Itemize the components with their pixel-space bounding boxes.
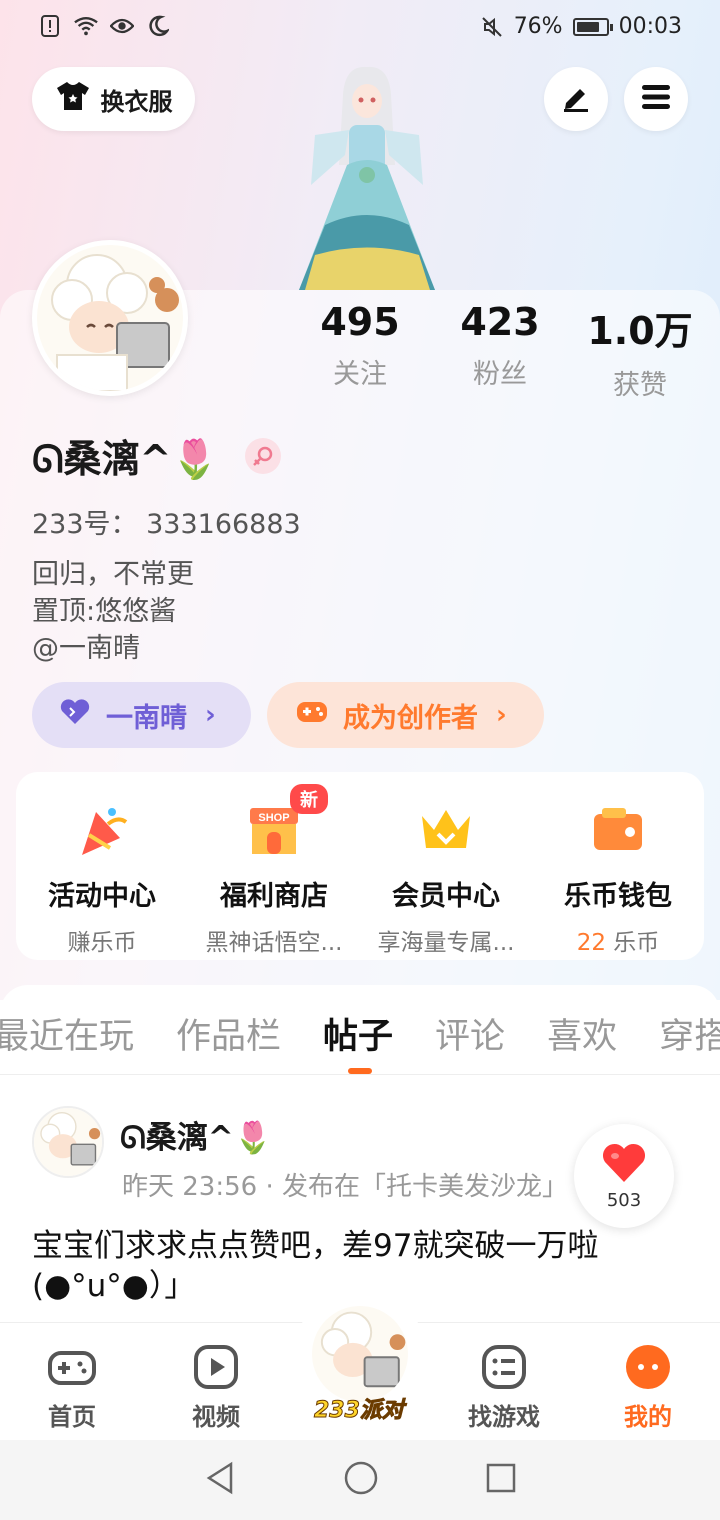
coin-wallet-sub: 22 乐币 [538, 923, 698, 957]
heart-icon [600, 1142, 648, 1188]
tab-posts[interactable]: 帖子 [323, 1008, 393, 1059]
eye-icon [110, 14, 134, 38]
wifi-icon [74, 14, 98, 38]
bio: 回归，不常更 置顶:悠悠酱 @一南晴 [32, 556, 194, 667]
clock: 00:03 [618, 14, 682, 39]
shirt-icon [55, 80, 91, 118]
recents-icon[interactable] [485, 1462, 517, 1498]
profile-stats: 495 关注 423 粉丝 1.0万 获赞 [290, 300, 710, 402]
gamepad-icon [295, 698, 329, 733]
coin-wallet-link[interactable]: 乐币钱包 22 乐币 [538, 800, 698, 960]
back-icon[interactable] [203, 1460, 237, 1500]
tab-likes[interactable]: 喜欢 [547, 1008, 617, 1059]
tab-recently-played[interactable]: 最近在玩 [0, 1008, 134, 1059]
close-friend-label: 一南晴 [106, 702, 187, 734]
mute-icon [480, 15, 504, 39]
post-author-avatar[interactable] [32, 1106, 104, 1178]
system-navigation-bar [0, 1440, 720, 1520]
tab-outfits[interactable]: 穿搭 [659, 1008, 720, 1059]
female-icon [244, 437, 281, 474]
following-stat[interactable]: 495 关注 [290, 300, 430, 402]
battery-percent: 76% [513, 14, 563, 39]
coin-unit: 乐币 [605, 930, 660, 956]
coin-wallet-title: 乐币钱包 [564, 881, 672, 912]
welfare-shop-title: 福利商店 [220, 881, 328, 912]
battery-icon [572, 17, 613, 36]
pencil-icon [560, 81, 592, 117]
welfare-shop-link[interactable]: 新 SHOP 福利商店 黑神话悟空... [194, 784, 354, 960]
likes-label: 获赞 [613, 370, 667, 401]
following-count: 495 [320, 300, 400, 344]
status-bar: 76% 00:03 [0, 0, 720, 56]
profile-avatar[interactable] [32, 240, 188, 396]
tab-works[interactable]: 作品栏 [176, 1008, 281, 1059]
nav-party[interactable] [312, 1306, 408, 1402]
alert-icon [38, 14, 62, 38]
change-outfit-label: 换衣服 [100, 87, 173, 116]
chevron-right-icon: › [205, 700, 216, 730]
avatar-character-figure[interactable] [285, 55, 450, 295]
nav-home-label: 首页 [48, 1403, 96, 1431]
likes-count: 1.0万 [587, 309, 693, 353]
become-creator-label: 成为创作者 [343, 702, 478, 734]
followers-stat[interactable]: 423 粉丝 [430, 300, 570, 402]
nav-find-games[interactable]: 找游戏 [449, 1323, 559, 1440]
post-meta: 昨天 23:56 · 发布在「托卡美发沙龙」 [122, 1172, 568, 1202]
nav-home[interactable]: 首页 [17, 1323, 127, 1440]
crown-icon [416, 800, 476, 860]
followers-label: 粉丝 [473, 359, 527, 390]
followers-count: 423 [460, 300, 540, 344]
like-button[interactable]: 503 [574, 1124, 674, 1228]
list-icon [478, 1341, 530, 1393]
become-creator-pill[interactable]: 成为创作者 › [267, 682, 544, 748]
hamburger-icon [640, 83, 672, 115]
nav-find-games-label: 找游戏 [468, 1403, 540, 1431]
likes-stat[interactable]: 1.0万 获赞 [570, 300, 710, 402]
welfare-shop-sub: 黑神话悟空... [205, 930, 343, 956]
divider [0, 1074, 720, 1075]
gamepad-icon [46, 1341, 98, 1393]
activity-center-link[interactable]: 活动中心 赚乐币 [22, 800, 182, 960]
tab-comments[interactable]: 评论 [435, 1008, 505, 1059]
nav-me-label: 我的 [624, 1403, 672, 1431]
post-author-name[interactable]: ᘏ桑漓^🌷 [120, 1112, 272, 1157]
heart-icon [58, 698, 92, 733]
nav-party-label: 233派对 [314, 1398, 405, 1424]
new-badge: 新 [290, 784, 328, 814]
bio-line: 回归，不常更 [32, 559, 194, 590]
activity-center-sub: 赚乐币 [67, 930, 137, 956]
nav-me[interactable]: 我的 [593, 1323, 703, 1440]
moon-icon [146, 14, 170, 38]
chevron-right-icon: › [496, 700, 507, 730]
home-icon[interactable] [343, 1460, 379, 1500]
party-popper-icon [72, 800, 132, 860]
member-center-link[interactable]: 会员中心 享海量专属... [366, 800, 526, 960]
play-icon [190, 1341, 242, 1393]
profile-tabs: 最近在玩 作品栏 帖子 评论 喜欢 穿搭 [0, 1008, 720, 1059]
wallet-icon [588, 800, 648, 860]
activity-center-title: 活动中心 [48, 881, 156, 912]
user-id: 233号： 333166883 [32, 509, 301, 540]
following-label: 关注 [333, 359, 387, 390]
member-center-title: 会员中心 [392, 881, 500, 912]
bio-line: 置顶:悠悠酱 [32, 596, 177, 627]
member-center-sub: 享海量专属... [377, 930, 515, 956]
edit-profile-button[interactable] [544, 67, 608, 131]
nav-video-label: 视频 [192, 1403, 240, 1431]
username: ᘏ桑漓^🌷 [32, 437, 219, 481]
quick-links-card: 活动中心 赚乐币 新 SHOP 福利商店 黑神话悟空... 会员中心 享海量专属… [16, 772, 704, 960]
like-count: 503 [606, 1189, 642, 1211]
bio-line: @一南晴 [32, 633, 140, 664]
menu-button[interactable] [624, 67, 688, 131]
coin-balance: 22 [576, 930, 606, 956]
username-row: ᘏ桑漓^🌷 [32, 428, 281, 483]
close-friend-pill[interactable]: 一南晴 › [32, 682, 251, 748]
svg-text:SHOP: SHOP [258, 812, 289, 824]
me-icon [622, 1341, 674, 1393]
change-outfit-button[interactable]: 换衣服 [32, 67, 195, 131]
nav-video[interactable]: 视频 [161, 1323, 271, 1440]
